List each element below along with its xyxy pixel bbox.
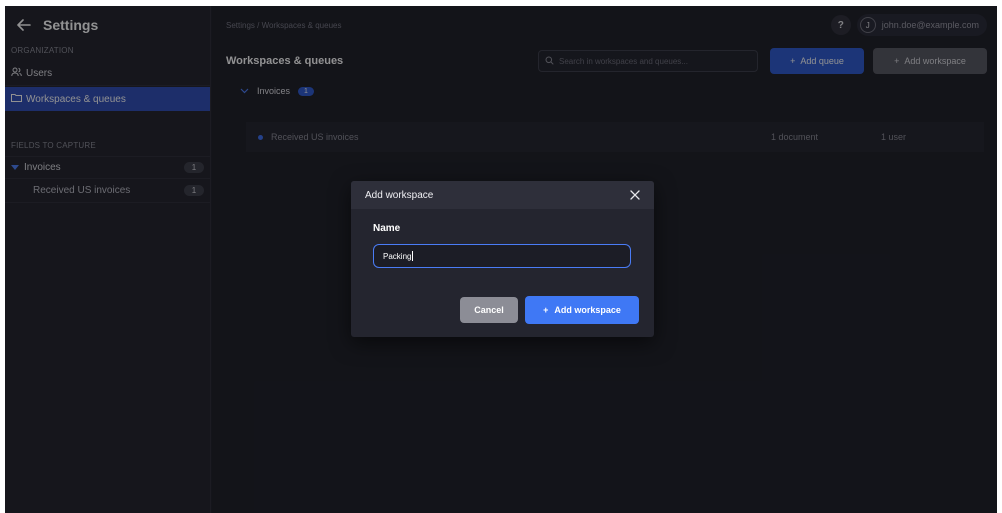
app-window: Settings ORGANIZATION Users Workspaces &… <box>5 6 997 513</box>
name-field[interactable]: Packing <box>373 244 631 268</box>
dialog-header: Add workspace <box>351 181 654 209</box>
plus-icon: + <box>543 305 549 315</box>
dialog-title: Add workspace <box>365 189 434 201</box>
add-workspace-dialog: Add workspace Name Packing Cancel + Add … <box>351 181 654 337</box>
name-field-label: Name <box>373 223 401 234</box>
text-caret <box>412 251 414 261</box>
button-label: Add workspace <box>554 305 621 315</box>
name-field-value: Packing <box>383 251 412 261</box>
cancel-button[interactable]: Cancel <box>460 297 518 323</box>
submit-add-workspace-button[interactable]: + Add workspace <box>525 296 639 324</box>
close-icon[interactable] <box>628 188 642 202</box>
